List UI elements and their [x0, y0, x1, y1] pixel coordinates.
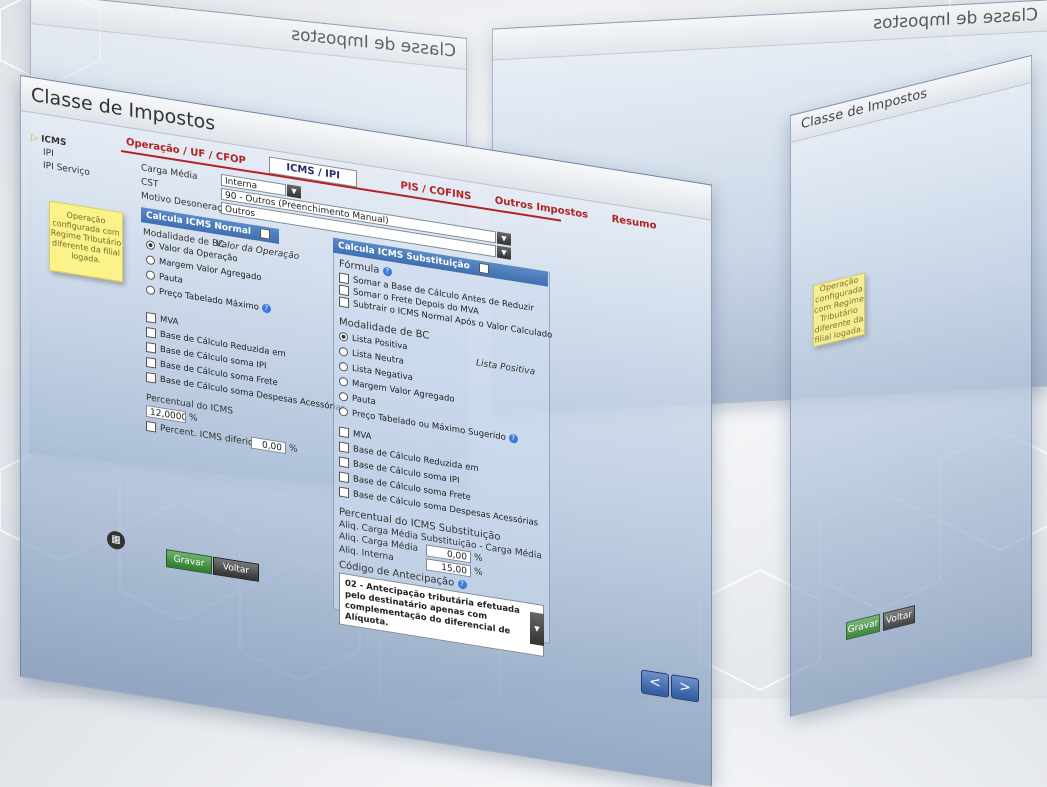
main-window: Classe de Impostos Operação / UF / CFOP … — [20, 75, 712, 787]
percent-unit: % — [189, 412, 198, 425]
side-note: Operação configurada com Regime Tributár… — [813, 272, 865, 348]
side-panel-right: Classe de Impostos Operação configurada … — [790, 54, 1032, 718]
cst-label: CST — [141, 177, 159, 190]
percent-unit: % — [474, 566, 483, 579]
help-icon[interactable]: ? — [382, 265, 392, 277]
regime-note: Operação configurada com Regime Tributár… — [49, 200, 123, 283]
arrow-icon: ▷ — [31, 132, 38, 144]
next-button[interactable]: > — [671, 674, 699, 703]
back-title-right: Classe de Impostos — [873, 4, 1038, 34]
side-voltar-button[interactable]: Voltar — [883, 605, 915, 631]
percent-unit: % — [474, 552, 483, 565]
gravar-button[interactable]: Gravar — [166, 549, 212, 575]
chevron-down-icon[interactable]: ▼ — [287, 184, 301, 199]
icms-diferido-input[interactable]: 0,00 — [251, 436, 286, 455]
help-icon[interactable]: ? — [457, 578, 467, 590]
chevron-down-icon[interactable]: ▼ — [530, 611, 544, 646]
percent-unit: % — [289, 443, 298, 455]
prev-button[interactable]: < — [641, 669, 669, 698]
help-icon[interactable]: ? — [261, 303, 271, 314]
icms-st-checkbox[interactable]: ✓ — [478, 262, 489, 275]
chevron-down-icon[interactable]: ▼ — [497, 231, 511, 246]
help-icon[interactable]: ? — [508, 433, 518, 444]
sidebar: ▷ ICMS IPI IPI Serviço — [31, 133, 90, 181]
voltar-button[interactable]: Voltar — [213, 556, 259, 582]
chevron-down-icon[interactable]: ▼ — [497, 245, 511, 260]
side-gravar-button[interactable]: Gravar — [846, 613, 880, 641]
calculator-icon[interactable]: ▦ — [107, 529, 125, 551]
tab-resumo[interactable]: Resumo — [612, 214, 657, 232]
icms-normal-checkbox[interactable]: ✓ — [260, 228, 271, 240]
